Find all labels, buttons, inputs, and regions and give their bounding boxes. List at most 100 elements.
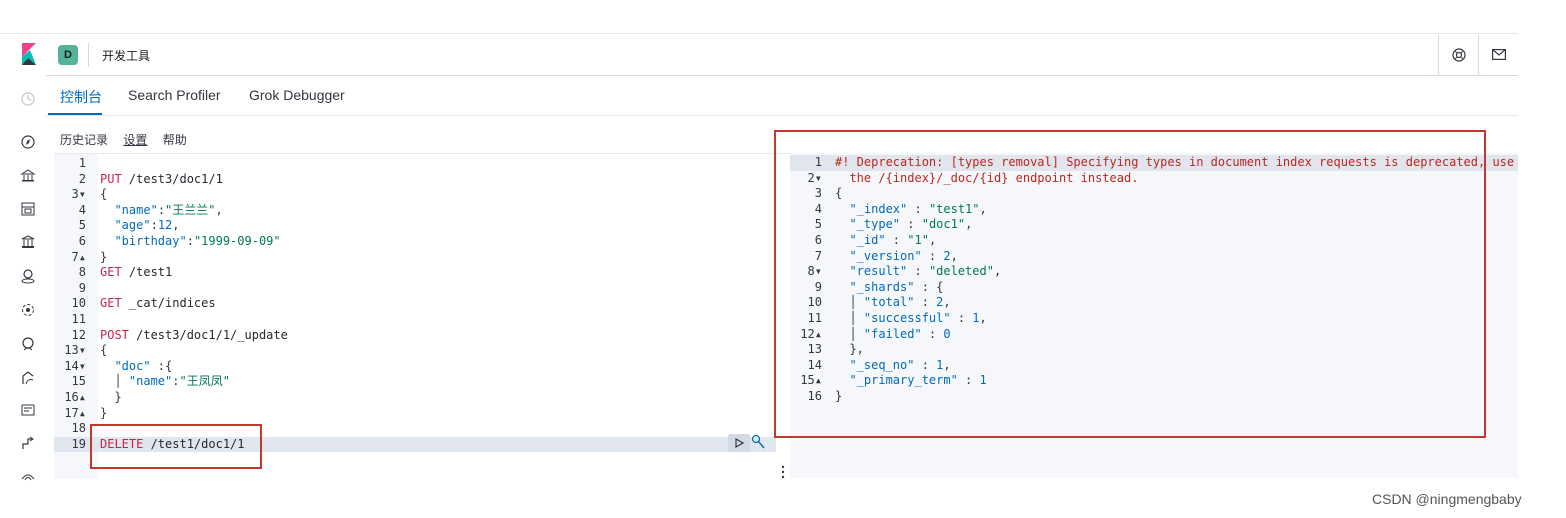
code-token-key: "birthday" [114,233,187,248]
code-token-url: _cat/indices [121,296,216,311]
help-icon [1452,48,1466,62]
editor-code-line[interactable]: "doc" :{ [100,359,288,375]
discover-icon[interactable] [20,134,36,150]
header-separator [88,43,89,67]
editor-code[interactable]: PUT /test3/doc1/1{ "name":"王兰兰", "age":1… [100,156,288,452]
tab-console[interactable]: 控制台 [60,87,102,107]
editor-code-line[interactable] [100,281,288,297]
code-token-punc: : [172,374,180,389]
history-link[interactable]: 历史记录 [60,133,108,147]
editor-code-line[interactable]: { [100,343,288,359]
code-token-key: "name" [128,374,173,389]
code-token-str: "1999-09-09" [193,233,281,248]
editor-code-line[interactable]: { [100,187,288,203]
code-token-punc: : [150,218,158,233]
editor-line-number: 18 [71,421,86,436]
code-token-punc: } [100,249,108,264]
editor-code-line[interactable] [100,156,288,172]
editor-line-number: 9 [78,280,86,295]
editor-code-line[interactable]: "age":12, [100,218,288,234]
editor-line-number: 11 [71,311,86,326]
code-token-punc [100,203,114,217]
editor-code-line[interactable]: } [100,390,288,406]
canvas-icon[interactable] [20,201,36,217]
editor-code-line[interactable]: GET _cat/indices [100,296,288,312]
app-header: D 开发工具 [46,35,1518,76]
mail-button[interactable] [1478,35,1519,75]
code-token-punc [100,218,114,232]
top-divider [0,33,1518,34]
code-token-method: POST [100,327,129,342]
editor-line-number: 19 [71,436,86,451]
editor-code-line[interactable]: │ "name":"王凤凤" [100,374,288,390]
editor-line-number: 2 [78,171,86,186]
play-icon [735,438,744,448]
stack-management-icon[interactable] [20,436,36,452]
code-token-punc: , [172,218,180,233]
side-nav [14,80,44,481]
editor-line-number: 1 [78,156,86,170]
code-token-key: "name" [114,202,158,217]
help-link[interactable]: 帮助 [163,133,187,147]
editor-line-number: 4 [78,202,86,217]
editor-line-number: 15 [71,374,86,389]
code-token-url: /test1 [121,265,173,280]
editor-line-number: 13▾ [64,343,86,358]
help-button[interactable] [1438,35,1479,75]
tab-search-profiler[interactable]: Search Profiler [128,87,221,103]
editor-line-number: 3▾ [71,187,86,202]
editor-line-number: 6 [78,233,86,248]
settings-link[interactable]: 设置 [123,133,147,147]
code-token-url: /test3/doc1/1/_update [128,327,288,342]
editor-line-number: 16▴ [64,389,86,404]
logs-icon[interactable] [20,402,36,418]
visualize-icon[interactable] [20,234,36,250]
code-token-method: GET [100,296,122,311]
console-menu: 历史记录 设置 帮助 [60,131,199,148]
code-token-str: "王凤凤" [179,374,230,389]
code-token-str: "王兰兰" [165,202,216,217]
editor-line-number: 8 [78,265,86,280]
editor-code-line[interactable]: GET /test1 [100,265,288,281]
editor-code-line[interactable]: POST /test3/doc1/1/_update [100,328,288,344]
tab-grok-debugger[interactable]: Grok Debugger [249,87,345,103]
ml-icon[interactable] [20,302,36,318]
editor-code-line[interactable]: PUT /test3/doc1/1 [100,172,288,188]
dashboard-icon[interactable] [20,168,36,184]
code-token-url: /test3/doc1/1 [121,171,223,186]
editor-line-number: 5 [78,218,86,233]
clock-icon[interactable] [20,91,36,107]
editor-line-number: 14▾ [64,358,86,373]
active-tab-indicator [48,113,102,115]
page-title: 开发工具 [102,49,151,63]
editor-code-line[interactable]: "name":"王兰兰", [100,203,288,219]
code-token-punc: , [215,202,223,217]
dev-tools-icon[interactable] [20,468,36,484]
editor-code-line[interactable]: } [100,406,288,422]
code-token-key: "age" [114,218,151,233]
editor-line-number: 17▴ [64,405,86,420]
space-avatar[interactable]: D [58,45,78,65]
code-token-key: "doc" [114,358,151,373]
wrench-icon[interactable] [751,434,765,450]
maps-icon[interactable] [20,268,36,284]
watermark-text: CSDN @ningmengbaby [1372,491,1522,507]
editor-code-line[interactable] [100,312,288,328]
send-request-button[interactable] [728,434,750,452]
code-token-method: PUT [100,171,122,186]
uptime-icon[interactable] [20,336,36,352]
annotation-box-request [90,424,262,469]
code-token-punc: :{ [150,358,173,373]
code-token-punc: } [100,389,122,404]
editor-code-line[interactable]: } [100,250,288,266]
editor-code-line[interactable]: "birthday":"1999-09-09" [100,234,288,250]
code-token-method: GET [100,265,122,280]
mail-icon [1492,49,1506,60]
editor-line-number: 10 [71,296,86,311]
dev-tools-tabs: 控制台 Search Profiler Grok Debugger [46,77,1518,116]
code-token-punc: { [100,187,108,202]
code-token-punc: │ [100,374,129,389]
apm-icon[interactable] [20,370,36,386]
resize-handle-icon[interactable] [781,465,785,479]
kibana-logo-icon[interactable] [22,43,36,65]
